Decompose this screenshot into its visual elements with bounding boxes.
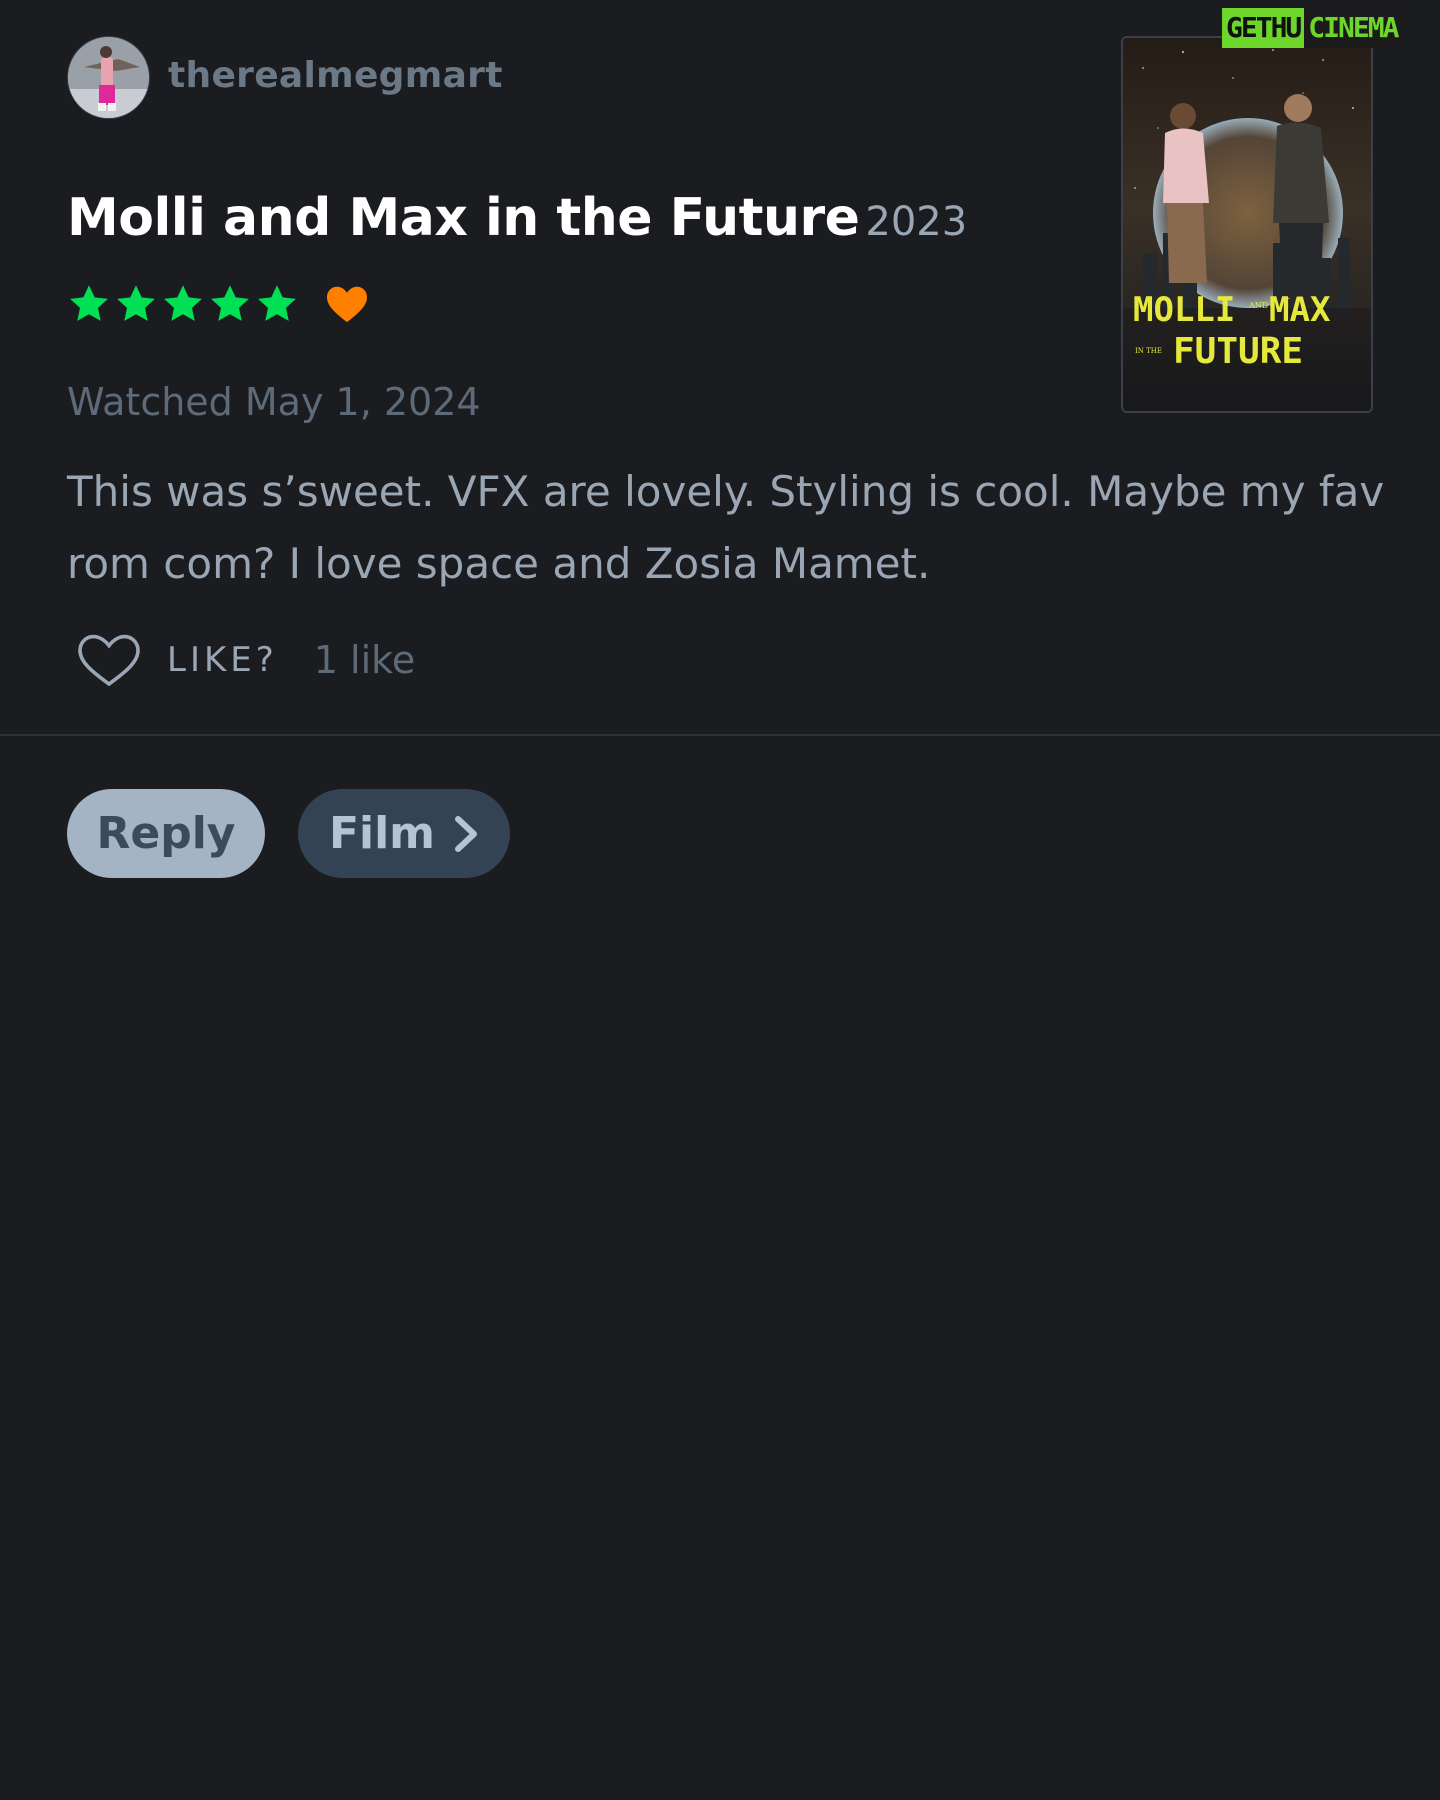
star-icon xyxy=(211,285,249,321)
reply-button-label: Reply xyxy=(96,808,236,859)
like-count[interactable]: 1 like xyxy=(314,638,415,682)
heart-filled-icon xyxy=(327,286,367,323)
star-icon xyxy=(164,285,202,321)
poster-title-molli: MOLLI xyxy=(1133,290,1235,330)
username[interactable]: therealmegmart xyxy=(168,55,503,96)
heart-outline-icon[interactable] xyxy=(75,632,143,688)
poster-title-future: FUTURE xyxy=(1173,331,1303,372)
film-heading: Molli and Max in the Future 2023 xyxy=(67,188,967,248)
star-icon xyxy=(117,285,155,321)
like-row: LIKE? 1 like xyxy=(75,632,415,688)
film-title[interactable]: Molli and Max in the Future xyxy=(67,188,860,248)
film-poster[interactable]: MOLLI AND MAX IN THE FUTURE xyxy=(1121,36,1373,413)
chevron-right-icon xyxy=(455,815,478,852)
film-button[interactable]: Film xyxy=(298,789,510,878)
poster-title-and: AND xyxy=(1248,301,1268,310)
reply-button[interactable]: Reply xyxy=(67,789,265,878)
film-year[interactable]: 2023 xyxy=(865,199,967,245)
star-icon xyxy=(70,285,108,321)
rating xyxy=(67,282,369,326)
watermark-part2: CINEMA xyxy=(1304,8,1402,48)
poster-title-max: MAX xyxy=(1269,290,1331,330)
avatar[interactable] xyxy=(67,36,150,119)
review-body: This was s’sweet. VFX are lovely. Stylin… xyxy=(67,467,1385,588)
star-icon xyxy=(258,285,296,321)
divider xyxy=(0,734,1440,736)
watermark: GETHU CINEMA xyxy=(1222,8,1440,48)
film-button-label: Film xyxy=(328,808,436,859)
review-card: therealmegmart Molli and Max in the Futu… xyxy=(0,0,1440,734)
watermark-part1: GETHU xyxy=(1222,8,1305,48)
poster-title-in-the: IN THE xyxy=(1135,347,1162,355)
like-button[interactable]: LIKE? xyxy=(167,640,278,680)
watched-date: Watched May 1, 2024 xyxy=(67,380,481,424)
